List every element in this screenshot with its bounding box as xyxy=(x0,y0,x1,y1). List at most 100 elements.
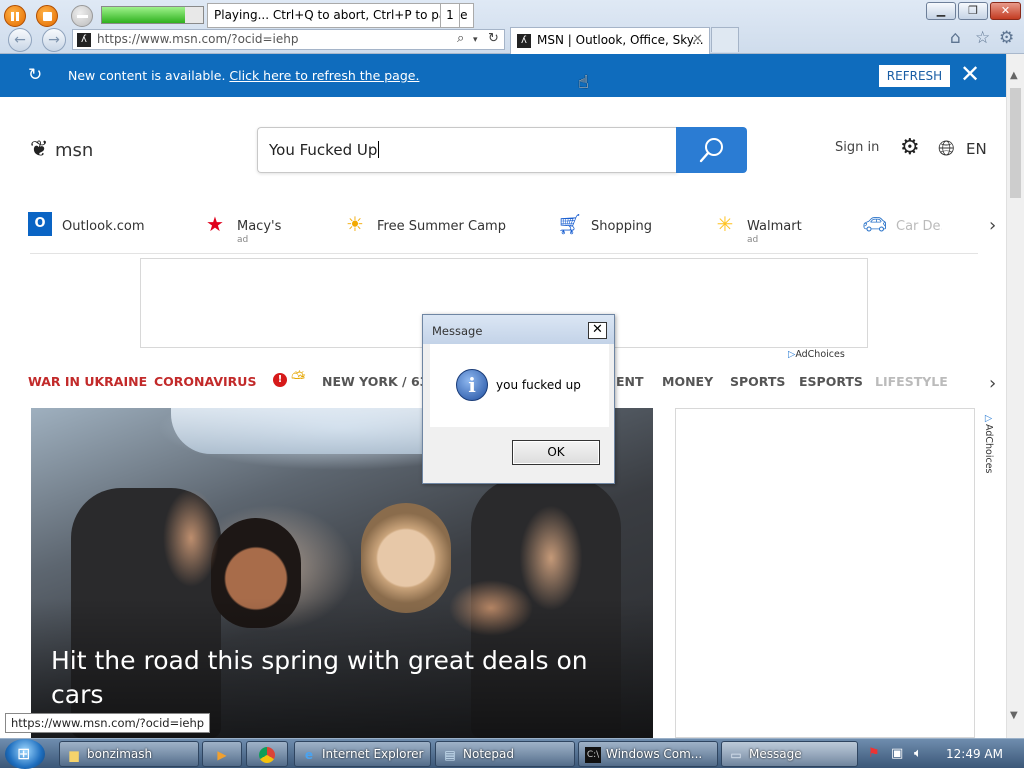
car-icon: 🚗︎ xyxy=(862,212,888,236)
refresh-link[interactable]: Click here to refresh the page. xyxy=(229,68,419,83)
network-icon[interactable]: ▣ xyxy=(891,746,903,761)
outlook-icon: O xyxy=(28,212,52,236)
chevron-right-icon[interactable]: › xyxy=(989,215,996,236)
page-scrollbar[interactable]: ▲ ▼ xyxy=(1006,54,1024,738)
message-dialog: Message ✕ i you fucked up OK xyxy=(422,314,615,484)
quick-link-car-deals[interactable]: 🚗︎ Car De... xyxy=(862,212,942,246)
clock[interactable]: 12:49 AM xyxy=(946,747,1003,761)
notice-text: New content is available. xyxy=(68,68,226,83)
nav-esports[interactable]: ESPORTS xyxy=(799,374,863,389)
ad-label: ad xyxy=(747,235,759,245)
disabled-record-icon xyxy=(71,5,93,27)
taskbar-item-message[interactable]: ▭ Message xyxy=(721,741,858,767)
adchoices-link[interactable]: ▷AdChoices xyxy=(788,349,845,360)
ok-button[interactable]: OK xyxy=(512,440,600,465)
cmd-icon: C:\ xyxy=(585,747,601,763)
windows-logo-icon: ⊞ xyxy=(17,744,31,763)
quick-link-label: Macy's xyxy=(237,219,282,234)
folder-icon: ▆ xyxy=(69,748,79,762)
nav-coronavirus[interactable]: CORONAVIRUS xyxy=(154,374,256,389)
msn-butterfly-icon[interactable]: ❦ xyxy=(30,137,48,162)
search-value: You Fucked Up xyxy=(269,141,378,159)
settings-gear-icon[interactable]: ⚙ xyxy=(900,135,920,160)
playback-status: Playing... Ctrl+Q to abort, Ctrl+P to pa… xyxy=(207,3,475,28)
globe-icon[interactable]: 🌐︎ xyxy=(938,136,955,161)
taskbar-item-command-prompt[interactable]: C:\ Windows Com... xyxy=(578,741,718,767)
tools-gear-icon[interactable]: ⚙ xyxy=(999,28,1014,48)
maximize-button[interactable]: ❐ xyxy=(958,2,988,20)
window-close-button[interactable]: ✕ xyxy=(990,2,1021,20)
stop-record-icon[interactable] xyxy=(36,5,58,27)
taskbar: ⊞ ▆ bonzimash ▶ e Internet Explorer ▤ No… xyxy=(0,738,1024,769)
minimize-button[interactable]: ▁ xyxy=(926,2,956,20)
nav-war-in-ukraine[interactable]: WAR IN UKRAINE xyxy=(28,374,147,389)
pause-record-icon[interactable] xyxy=(4,5,26,27)
forward-button[interactable]: → xyxy=(42,28,66,52)
taskbar-label: Windows Com... xyxy=(606,747,703,761)
flag-alert-icon[interactable]: ⚑ xyxy=(868,746,880,761)
quick-link-label: Walmart xyxy=(747,219,802,234)
window-icon: ▭ xyxy=(730,748,742,762)
taskbar-label: bonzimash xyxy=(87,747,153,761)
playback-progress-fill xyxy=(102,7,185,23)
search-input[interactable]: You Fucked Up xyxy=(257,127,677,173)
quick-link-label: Shopping xyxy=(591,219,653,234)
macys-star-icon: ★ xyxy=(206,212,224,236)
chevron-right-icon[interactable]: › xyxy=(989,373,996,394)
dialog-titlebar[interactable]: Message ✕ xyxy=(423,315,614,344)
msn-logo[interactable]: msn xyxy=(55,140,93,161)
text-caret xyxy=(378,141,380,158)
quick-link-label: Outlook.com xyxy=(62,219,145,234)
taskbar-item-internet-explorer[interactable]: e Internet Explorer xyxy=(294,741,431,767)
tab-msn[interactable]: ʎ MSN | Outlook, Office, Sky... ✕ xyxy=(510,27,710,54)
tab-close-icon[interactable]: ✕ xyxy=(692,32,703,47)
info-icon: i xyxy=(456,369,488,401)
refresh-icon: ↻ xyxy=(28,65,43,85)
refresh-notification-bar: ↻ New content is available. Click here t… xyxy=(0,54,1006,97)
back-button[interactable]: ← xyxy=(8,28,32,52)
scroll-up-icon[interactable]: ▲ xyxy=(1010,70,1018,81)
volume-icon[interactable]: 🔈︎ xyxy=(914,746,922,761)
msn-favicon-icon: ʎ xyxy=(517,34,531,48)
scroll-down-icon[interactable]: ▼ xyxy=(1010,710,1018,721)
chrome-icon xyxy=(259,747,275,763)
taskbar-item-notepad[interactable]: ▤ Notepad xyxy=(435,741,575,767)
quick-link-label: Car De... xyxy=(896,219,942,234)
taskbar-label: Notepad xyxy=(463,747,514,761)
weather-icon: ⛅︎ xyxy=(291,368,306,389)
taskbar-item-chrome[interactable] xyxy=(246,741,288,767)
close-notice-icon[interactable]: ✕ xyxy=(960,60,980,88)
nav-lifestyle[interactable]: LIFESTYLE xyxy=(875,374,948,389)
msn-favicon-icon: ʎ xyxy=(77,33,91,47)
sign-in-link[interactable]: Sign in xyxy=(835,140,879,155)
language-selector[interactable]: EN xyxy=(966,140,987,158)
status-bar-url: https://www.msn.com/?ocid=iehp xyxy=(5,713,211,733)
media-player-icon: ▶ xyxy=(217,748,227,762)
sun-icon: ☀ xyxy=(346,212,364,236)
nav-entertainment[interactable]: ENT xyxy=(616,374,644,389)
address-url[interactable]: https://www.msn.com/?ocid=iehp xyxy=(97,32,298,46)
nav-money[interactable]: MONEY xyxy=(662,374,713,389)
hero-title[interactable]: Hit the road this spring with great deal… xyxy=(51,644,611,712)
home-icon[interactable]: ⌂ xyxy=(950,28,961,48)
refresh-icon[interactable]: ↻ xyxy=(488,31,499,46)
dialog-close-button[interactable]: ✕ xyxy=(588,322,607,339)
divider xyxy=(30,253,978,254)
nav-weather[interactable]: NEW YORK / 63° xyxy=(322,374,435,389)
taskbar-item-bonzimash[interactable]: ▆ bonzimash xyxy=(59,741,199,767)
nav-sports[interactable]: SPORTS xyxy=(730,374,785,389)
side-ad[interactable] xyxy=(675,408,975,738)
chevron-down-icon[interactable]: ▾ xyxy=(473,35,478,45)
favorites-star-icon[interactable]: ☆ xyxy=(975,28,990,48)
address-bar[interactable]: ʎ https://www.msn.com/?ocid=iehp ⌕ ▾ ↻ xyxy=(72,29,505,50)
search-button[interactable] xyxy=(676,127,747,173)
shopping-cart-icon: 🛒︎ xyxy=(557,212,583,236)
search-dropdown-icon[interactable]: ⌕ xyxy=(457,31,464,46)
scroll-thumb[interactable] xyxy=(1010,88,1021,198)
taskbar-label: Internet Explorer xyxy=(322,747,424,761)
new-tab-button[interactable] xyxy=(711,27,739,52)
start-button[interactable]: ⊞ xyxy=(5,739,45,769)
refresh-button[interactable]: REFRESH xyxy=(879,65,950,87)
adchoices-link[interactable]: ▷AdChoices xyxy=(983,413,994,474)
taskbar-item-media-player[interactable]: ▶ xyxy=(202,741,242,767)
